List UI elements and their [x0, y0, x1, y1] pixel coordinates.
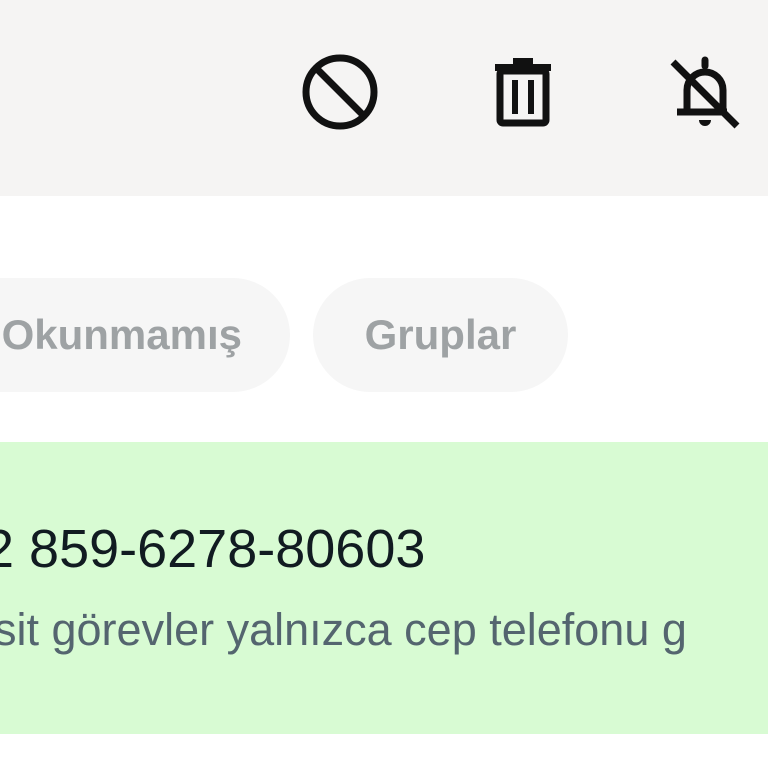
- mute-button[interactable]: [665, 52, 745, 132]
- delete-button[interactable]: [483, 52, 563, 132]
- page: Okunmamış Gruplar 2 859-6278-80603 sit g…: [0, 0, 768, 768]
- filter-chip-groups[interactable]: Gruplar: [313, 278, 568, 392]
- filter-chip-groups-label: Gruplar: [364, 311, 517, 358]
- bell-off-icon: [670, 56, 740, 129]
- selection-action-bar: [0, 0, 768, 196]
- chat-last-message: sit görevler yalnızca cep telefonu g: [0, 604, 687, 655]
- filter-chip-unread[interactable]: Okunmamış: [0, 278, 290, 392]
- trash-icon: [495, 58, 551, 127]
- filter-chips: Okunmamış Gruplar: [0, 278, 768, 392]
- block-button[interactable]: [300, 52, 380, 132]
- filter-chip-unread-label: Okunmamış: [1, 311, 242, 358]
- chat-name: 2 859-6278-80603: [0, 519, 426, 579]
- block-icon: [302, 54, 378, 130]
- chat-list-item-selected[interactable]: 2 859-6278-80603 sit görevler yalnızca c…: [0, 442, 768, 734]
